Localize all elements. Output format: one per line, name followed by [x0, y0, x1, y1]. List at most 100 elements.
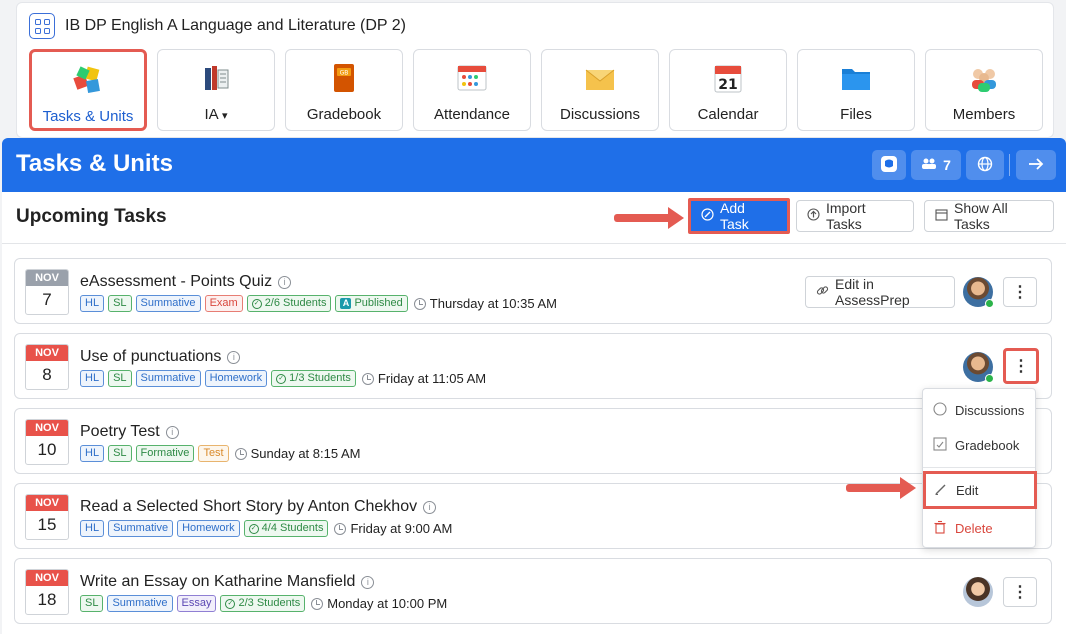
tool-label: Files: [840, 106, 872, 123]
tool-tasks-units[interactable]: Tasks & Units: [29, 49, 147, 131]
members-count-button[interactable]: 7: [911, 150, 961, 180]
menu-item-discussions[interactable]: Discussions: [923, 395, 1037, 425]
course-title: IB DP English A Language and Literature …: [65, 17, 406, 34]
clock-icon: [361, 372, 374, 385]
gradebook-small-icon: [933, 436, 947, 454]
task-title[interactable]: Write an Essay on Katharine Mansfield i: [80, 573, 375, 591]
task-row[interactable]: NOV 10 Poetry Test i HL SL Formative Test…: [14, 408, 1052, 474]
task-title[interactable]: Poetry Test i: [80, 423, 179, 441]
tag-students: ✓ 2/6 Students: [246, 295, 332, 312]
date-day: 15: [37, 515, 57, 534]
show-all-tasks-button[interactable]: Show All Tasks: [924, 200, 1054, 232]
info-icon[interactable]: i: [165, 425, 179, 439]
edit-in-assessprep-button[interactable]: Edit in AssessPrep: [805, 276, 955, 308]
clock-icon: [334, 522, 347, 535]
annotation-arrow: [614, 207, 684, 229]
tool-label: Gradebook: [306, 106, 382, 123]
date-month: NOV: [26, 420, 68, 436]
more-options-button[interactable]: ⋮: [1003, 348, 1039, 384]
menu-item-edit[interactable]: Edit: [923, 471, 1037, 509]
date-day: 8: [42, 365, 52, 384]
folder-icon: [840, 62, 872, 94]
avatar[interactable]: [963, 352, 994, 383]
comment-icon: [933, 401, 947, 419]
globe-icon: [977, 156, 993, 175]
course-grid-icon[interactable]: [29, 13, 55, 39]
clock-icon: [311, 597, 324, 610]
pencil-icon: [934, 482, 948, 499]
task-row[interactable]: NOV 18 Write an Essay on Katharine Mansf…: [14, 558, 1052, 624]
task-row[interactable]: NOV 15 Read a Selected Short Story by An…: [14, 483, 1052, 549]
task-row[interactable]: NOV 8 Use of punctuations i HL SL Summati…: [14, 333, 1052, 399]
tag-students: ✓ 1/3 Students: [271, 370, 356, 387]
date-month: NOV: [26, 570, 68, 586]
svg-text:GB: GB: [340, 70, 349, 77]
info-icon[interactable]: i: [423, 500, 437, 514]
show-all-label: Show All Tasks: [954, 200, 1008, 232]
task-tags: SL Summative Essay ✓ 2/3 Students Monday …: [80, 595, 447, 612]
globe-button[interactable]: [966, 150, 1004, 180]
info-icon[interactable]: i: [278, 275, 292, 289]
task-title[interactable]: eAssessment - Points Quiz i: [80, 273, 292, 291]
avatar[interactable]: [963, 277, 994, 308]
task-row[interactable]: NOV 7 eAssessment - Points Quiz i HL SL S…: [14, 258, 1052, 324]
date-badge: NOV 18: [25, 569, 69, 615]
date-month: NOV: [26, 345, 68, 361]
online-indicator: [985, 299, 994, 308]
more-options-button[interactable]: ⋮: [1003, 277, 1037, 307]
task-options-menu: Discussions Gradebook Edit Delete: [922, 388, 1037, 548]
task-tags: HL SL Summative Homework ✓ 1/3 Students F…: [80, 370, 486, 387]
tool-ia[interactable]: IA ▾: [157, 49, 275, 131]
menu-item-delete[interactable]: Delete: [923, 513, 1037, 543]
tool-discussions[interactable]: Discussions: [541, 49, 659, 131]
edit-assessprep-label: Edit in AssessPrep: [835, 276, 910, 308]
clock-icon: [234, 447, 247, 460]
tool-files[interactable]: Files: [797, 49, 915, 131]
task-tags: HL SL Summative Exam ✓ 2/6 Students A Publ…: [80, 295, 557, 312]
tool-calendar[interactable]: 21 Calendar: [669, 49, 787, 131]
date-day: 10: [37, 440, 57, 459]
add-task-button[interactable]: Add Task: [688, 198, 790, 234]
date-month: NOV: [26, 495, 68, 511]
import-tasks-button[interactable]: Import Tasks: [796, 200, 914, 232]
group-icon: [921, 157, 937, 173]
puzzle-icon: [72, 64, 104, 96]
date-badge: NOV 15: [25, 494, 69, 540]
info-icon[interactable]: i: [361, 575, 375, 589]
chat-button[interactable]: [872, 150, 906, 180]
tag-sl: SL: [108, 445, 132, 462]
tag-published: A Published: [335, 295, 408, 312]
tag-exam: Exam: [204, 295, 243, 312]
svg-text:21: 21: [718, 77, 737, 93]
date-month: NOV: [26, 270, 68, 286]
tag-summative: Summative: [135, 370, 201, 387]
tag-hl: HL: [80, 520, 105, 537]
tool-label: Discussions: [559, 106, 641, 123]
attendance-icon: [456, 62, 488, 94]
tool-label: Calendar: [697, 106, 759, 123]
task-title[interactable]: Read a Selected Short Story by Anton Che…: [80, 498, 437, 516]
tag-sl: SL: [108, 370, 132, 387]
menu-divider: [923, 467, 1035, 468]
tool-gradebook[interactable]: GB Gradebook: [285, 49, 403, 131]
tool-label: Members: [952, 106, 1016, 123]
menu-item-gradebook[interactable]: Gradebook: [923, 430, 1037, 460]
tag-summative: Summative: [135, 295, 201, 312]
exit-button[interactable]: [1016, 150, 1056, 180]
tool-attendance[interactable]: Attendance: [413, 49, 531, 131]
caret-down-icon: ▾: [222, 110, 228, 122]
more-options-button[interactable]: ⋮: [1003, 577, 1037, 607]
trash-icon: [933, 520, 947, 537]
info-icon[interactable]: i: [227, 350, 241, 364]
tool-label: Tasks & Units: [42, 108, 134, 125]
due-date: Friday at 11:05 AM: [361, 371, 486, 386]
chat-icon: [880, 155, 898, 176]
avatar[interactable]: [963, 577, 993, 607]
task-title[interactable]: Use of punctuations i: [80, 348, 241, 366]
check-circle-icon: ✓: [251, 298, 262, 309]
annotation-arrow: [846, 477, 916, 499]
course-card: IB DP English A Language and Literature …: [16, 2, 1054, 138]
import-tasks-label: Import Tasks: [826, 200, 866, 232]
tag-essay: Essay: [176, 595, 217, 612]
tool-members[interactable]: Members: [925, 49, 1043, 131]
